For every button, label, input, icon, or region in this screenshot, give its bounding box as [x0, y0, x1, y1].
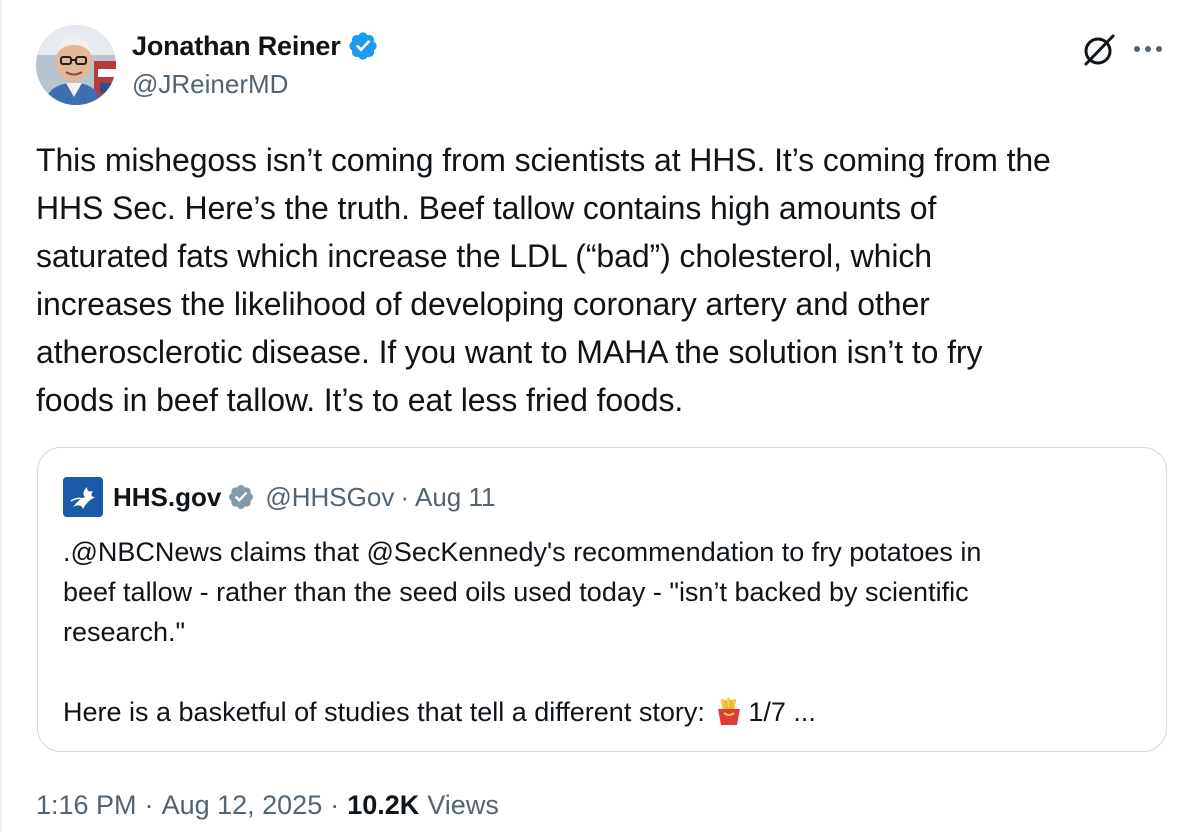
quoted-handle[interactable]: @HHSGov	[265, 482, 394, 513]
quoted-tweet-header: HHS.gov @HHSGov · Aug 11	[63, 477, 495, 517]
views-label: Views	[427, 790, 499, 820]
tweet-text: This mishegoss isn’t coming from scienti…	[36, 142, 1051, 418]
author-handle[interactable]: @JReinerMD	[132, 69, 379, 100]
quoted-tweet-text: .@NBCNews claims that @SecKennedy's reco…	[63, 532, 1143, 732]
timeline-border	[0, 0, 2, 832]
author-avatar[interactable]	[36, 25, 116, 105]
government-badge-icon[interactable]	[227, 483, 255, 511]
quoted-tweet-card[interactable]: HHS.gov @HHSGov · Aug 11 .@NBCNews claim…	[37, 447, 1167, 752]
tweet-date[interactable]: Aug 12, 2025	[162, 790, 323, 821]
tweet-footer: 1:16 PM · Aug 12, 2025 · 10.2K Views	[36, 790, 499, 821]
tweet-header: Jonathan Reiner @JReinerMD	[36, 25, 1166, 107]
quoted-date[interactable]: Aug 11	[415, 482, 495, 513]
tweet-container: Jonathan Reiner @JReinerMD This mishegos…	[0, 0, 1190, 832]
tweet-time[interactable]: 1:16 PM	[36, 790, 137, 821]
french-fries-emoji	[718, 698, 741, 725]
quoted-text-body: .@NBCNews claims that @SecKennedy's reco…	[63, 537, 982, 727]
footer-separator: ·	[144, 790, 154, 820]
quoted-display-name[interactable]: HHS.gov	[113, 482, 221, 513]
author-display-name[interactable]: Jonathan Reiner	[132, 31, 341, 62]
footer-separator: ·	[330, 790, 340, 820]
grok-icon[interactable]	[1080, 31, 1118, 69]
author-names: Jonathan Reiner @JReinerMD	[132, 27, 379, 100]
verified-badge-icon[interactable]	[347, 30, 379, 62]
views-count[interactable]: 10.2K	[347, 790, 419, 821]
quoted-text-suffix: 1/7 ...	[748, 697, 816, 727]
hhs-logo-avatar[interactable]	[63, 477, 103, 517]
meta-separator: ·	[400, 481, 409, 512]
quoted-meta: @HHSGov · Aug 11	[265, 482, 495, 513]
more-options-icon[interactable]	[1130, 33, 1166, 65]
